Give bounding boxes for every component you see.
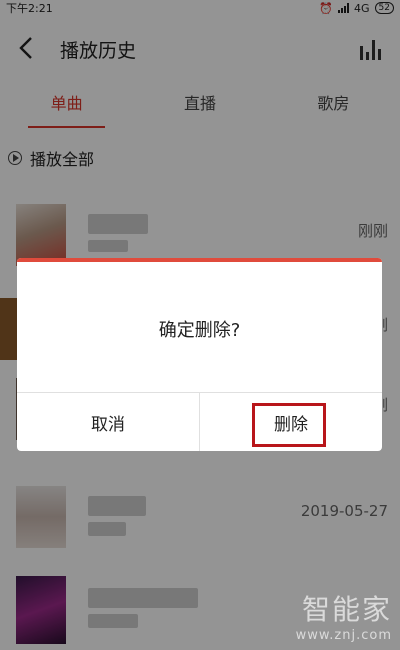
delete-highlight-box [252,403,326,447]
watermark-url: www.znj.com [295,628,392,643]
dialog-message: 确定删除? [158,320,241,341]
watermark-brand: 智能家 [301,593,392,626]
watermark: 智能家 www.znj.com [296,588,392,643]
confirm-dialog: 确定删除? 取消 删除 [17,258,382,451]
dialog-accent-bar [17,258,382,262]
cancel-button[interactable]: 取消 [17,393,199,451]
